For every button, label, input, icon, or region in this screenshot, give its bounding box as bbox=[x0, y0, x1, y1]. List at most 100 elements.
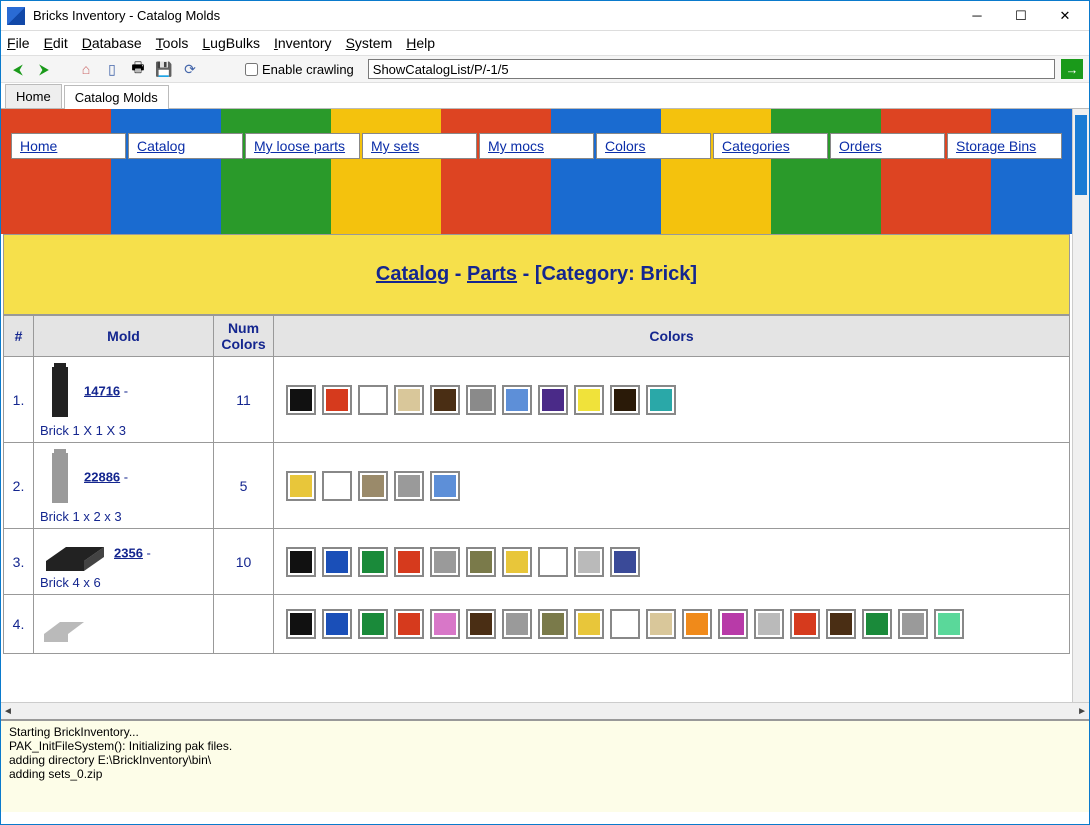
nav-home[interactable]: Home bbox=[11, 133, 126, 159]
color-swatch[interactable] bbox=[286, 471, 316, 501]
color-swatch[interactable] bbox=[502, 609, 532, 639]
minimize-button[interactable]: ─ bbox=[955, 2, 999, 30]
part-thumbnail bbox=[40, 361, 80, 423]
num-colors: 10 bbox=[214, 529, 274, 595]
mold-link[interactable]: 22886 bbox=[84, 469, 120, 484]
color-swatch[interactable] bbox=[574, 385, 604, 415]
tab-catalog-molds[interactable]: Catalog Molds bbox=[64, 85, 169, 109]
nav-orders[interactable]: Orders bbox=[830, 133, 945, 159]
num-colors: 11 bbox=[214, 357, 274, 443]
color-swatch[interactable] bbox=[394, 471, 424, 501]
color-swatch[interactable] bbox=[286, 547, 316, 577]
menu-edit[interactable]: Edit bbox=[44, 35, 68, 51]
color-swatch[interactable] bbox=[286, 609, 316, 639]
num-colors: 5 bbox=[214, 443, 274, 529]
color-swatch[interactable] bbox=[682, 609, 712, 639]
color-swatch[interactable] bbox=[790, 609, 820, 639]
color-swatch[interactable] bbox=[358, 609, 388, 639]
color-swatch[interactable] bbox=[430, 609, 460, 639]
part-thumbnail bbox=[40, 604, 96, 644]
breadcrumb-catalog[interactable]: Catalog bbox=[376, 263, 449, 285]
menu-database[interactable]: Database bbox=[82, 35, 142, 51]
maximize-button[interactable]: ☐ bbox=[999, 2, 1043, 30]
row-number: 1. bbox=[4, 357, 34, 443]
color-swatch[interactable] bbox=[322, 547, 352, 577]
color-swatch[interactable] bbox=[430, 471, 460, 501]
nav-catalog[interactable]: Catalog bbox=[128, 133, 243, 159]
horizontal-scrollbar[interactable]: ◄► bbox=[1, 702, 1089, 719]
menu-inventory[interactable]: Inventory bbox=[274, 35, 332, 51]
color-swatch[interactable] bbox=[538, 385, 568, 415]
titlebar: Bricks Inventory - Catalog Molds ─ ☐ ✕ bbox=[1, 1, 1089, 31]
mold-link[interactable]: 14716 bbox=[84, 383, 120, 398]
color-swatch[interactable] bbox=[322, 609, 352, 639]
enable-crawling-checkbox[interactable]: Enable crawling bbox=[245, 62, 354, 77]
nav-my-loose-parts[interactable]: My loose parts bbox=[245, 133, 360, 159]
color-swatch[interactable] bbox=[610, 547, 640, 577]
color-swatch[interactable] bbox=[538, 547, 568, 577]
back-button[interactable]: ⮜ bbox=[7, 58, 29, 80]
part-thumbnail bbox=[40, 533, 110, 575]
color-swatch[interactable] bbox=[394, 547, 424, 577]
menu-file[interactable]: File bbox=[7, 35, 30, 51]
color-swatch[interactable] bbox=[286, 385, 316, 415]
color-swatch[interactable] bbox=[430, 547, 460, 577]
color-swatch[interactable] bbox=[322, 385, 352, 415]
close-button[interactable]: ✕ bbox=[1043, 2, 1087, 30]
color-swatch[interactable] bbox=[358, 547, 388, 577]
color-swatch[interactable] bbox=[574, 609, 604, 639]
color-swatch[interactable] bbox=[646, 385, 676, 415]
nav-storage-bins[interactable]: Storage Bins bbox=[947, 133, 1062, 159]
col-numcolors: Num Colors bbox=[214, 316, 274, 357]
go-button[interactable]: → bbox=[1061, 59, 1083, 79]
color-swatch[interactable] bbox=[538, 609, 568, 639]
color-swatch[interactable] bbox=[502, 385, 532, 415]
molds-table: # Mold Num Colors Colors 1.14716 - Brick… bbox=[3, 315, 1070, 654]
row-number: 3. bbox=[4, 529, 34, 595]
menu-lugbulks[interactable]: LugBulks bbox=[202, 35, 260, 51]
menu-tools[interactable]: Tools bbox=[156, 35, 189, 51]
home-icon[interactable]: ⌂ bbox=[75, 58, 97, 80]
menu-system[interactable]: System bbox=[346, 35, 393, 51]
color-swatch[interactable] bbox=[358, 385, 388, 415]
breadcrumb-parts[interactable]: Parts bbox=[467, 263, 517, 285]
color-swatch[interactable] bbox=[934, 609, 964, 639]
color-swatch[interactable] bbox=[502, 547, 532, 577]
tab-home[interactable]: Home bbox=[5, 84, 62, 108]
menu-help[interactable]: Help bbox=[406, 35, 435, 51]
color-swatch[interactable] bbox=[718, 609, 748, 639]
nav-my-sets[interactable]: My sets bbox=[362, 133, 477, 159]
nav-colors[interactable]: Colors bbox=[596, 133, 711, 159]
nav-my-mocs[interactable]: My mocs bbox=[479, 133, 594, 159]
refresh-icon[interactable]: ⟳ bbox=[179, 58, 201, 80]
save-icon[interactable]: 💾 bbox=[153, 58, 175, 80]
mold-cell: 2356 - Brick 4 x 6 bbox=[34, 529, 214, 595]
print-icon[interactable]: 🖶 bbox=[127, 58, 149, 80]
color-swatch[interactable] bbox=[610, 609, 640, 639]
vertical-scrollbar[interactable] bbox=[1072, 109, 1089, 702]
color-swatch[interactable] bbox=[574, 547, 604, 577]
color-swatch[interactable] bbox=[466, 547, 496, 577]
color-swatch[interactable] bbox=[430, 385, 460, 415]
color-swatch[interactable] bbox=[322, 471, 352, 501]
color-swatch[interactable] bbox=[394, 609, 424, 639]
color-swatch[interactable] bbox=[826, 609, 856, 639]
color-swatch[interactable] bbox=[358, 471, 388, 501]
mold-cell: 22886 - Brick 1 x 2 x 3 bbox=[34, 443, 214, 529]
color-swatch[interactable] bbox=[898, 609, 928, 639]
forward-button[interactable]: ⮞ bbox=[33, 58, 55, 80]
table-row: 4. bbox=[4, 595, 1070, 654]
table-row: 3.2356 - Brick 4 x 610 bbox=[4, 529, 1070, 595]
color-swatch[interactable] bbox=[466, 385, 496, 415]
address-input[interactable] bbox=[368, 59, 1055, 79]
color-swatch[interactable] bbox=[394, 385, 424, 415]
num-colors bbox=[214, 595, 274, 654]
color-swatch[interactable] bbox=[754, 609, 784, 639]
page-icon[interactable]: ▯ bbox=[101, 58, 123, 80]
color-swatch[interactable] bbox=[862, 609, 892, 639]
color-swatch[interactable] bbox=[466, 609, 496, 639]
color-swatch[interactable] bbox=[646, 609, 676, 639]
color-swatch[interactable] bbox=[610, 385, 640, 415]
mold-link[interactable]: 2356 bbox=[114, 545, 143, 560]
nav-categories[interactable]: Categories bbox=[713, 133, 828, 159]
